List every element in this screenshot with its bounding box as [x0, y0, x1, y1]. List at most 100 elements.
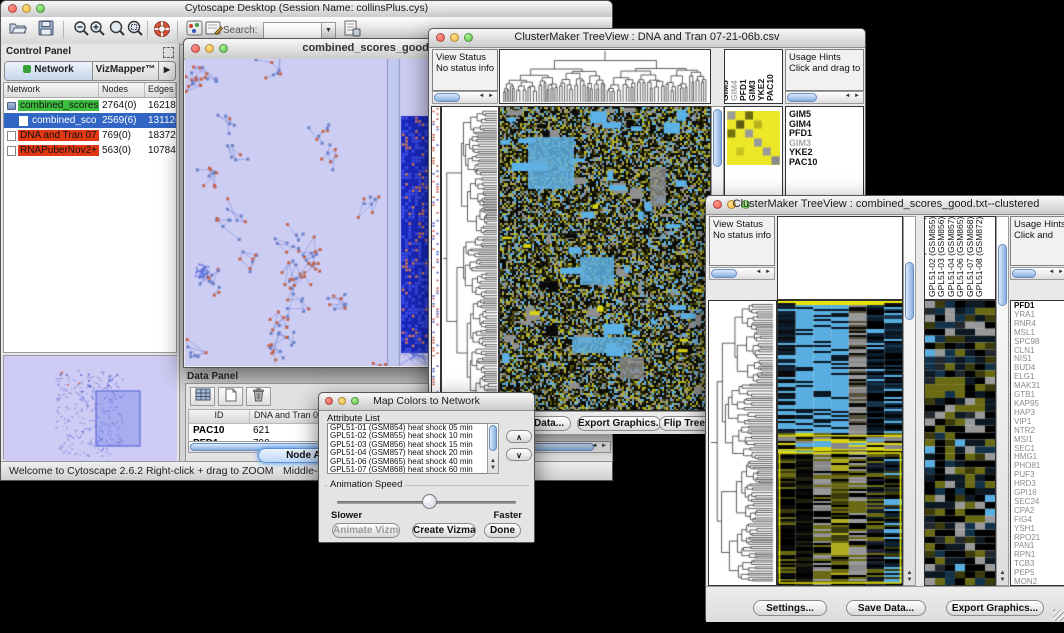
col-nodes[interactable]: Nodes — [99, 83, 145, 97]
scroll-arrows-icon[interactable]: ◄ ► — [755, 269, 772, 275]
col-network[interactable]: Network — [4, 83, 99, 97]
global-heatmap[interactable] — [499, 106, 711, 411]
network-item-icon — [7, 131, 16, 141]
column-dendrogram[interactable] — [777, 216, 903, 300]
scroll-arrows-icon[interactable]: ◄ ► — [478, 93, 495, 99]
main-titlebar[interactable]: Cytoscape Desktop (Session Name: collins… — [1, 1, 612, 18]
move-up-button[interactable]: ∧ — [506, 430, 532, 443]
scroll-thumb[interactable] — [713, 109, 722, 167]
control-panel-title: Control Panel — [1, 44, 179, 59]
col-id[interactable]: ID — [189, 410, 250, 423]
search-label: Search: — [223, 25, 257, 36]
zoom-heatmap-panel[interactable] — [924, 300, 996, 586]
view-status-scrollbar[interactable]: ◄ ► — [432, 91, 498, 104]
zoom-vscrollbar[interactable]: ▲▼ — [996, 216, 1009, 586]
row-dendrogram-canvas[interactable] — [442, 107, 498, 410]
network-table-row[interactable]: DNA and Tran 07 769(0) 183728(0) — [4, 128, 176, 143]
scroll-thumb[interactable] — [787, 93, 817, 102]
zoom-in-icon[interactable] — [87, 20, 109, 40]
col-edges[interactable]: Edges — [145, 83, 176, 97]
speed-slider-thumb[interactable] — [422, 494, 437, 509]
faster-label: Faster — [493, 510, 522, 521]
tab-vizmapper[interactable]: VizMapper™ — [93, 62, 159, 80]
scroll-arrows-icon[interactable]: ▲▼ — [488, 458, 498, 472]
attribute-list-item[interactable]: GPL51-07 (GSM868) heat shock 60 min — [330, 466, 498, 474]
gene-label[interactable]: MON2 — [1014, 578, 1064, 586]
trash-icon[interactable] — [246, 387, 271, 406]
animate-vizmap-button[interactable]: Animate Vizmap — [332, 523, 400, 538]
treeview1-titlebar[interactable]: ClusterMaker TreeView : DNA and Tran 07-… — [429, 29, 865, 48]
column-label[interactable]: PAC10 — [766, 74, 775, 101]
search-dropdown-icon[interactable]: ▼ — [321, 22, 336, 39]
zoom-selected-icon[interactable] — [125, 20, 147, 40]
float-panel-icon[interactable] — [163, 47, 174, 58]
scroll-thumb[interactable] — [489, 425, 497, 451]
attribute-list: GPL51-01 (GSM854) heat shock 05 minGPL51… — [327, 423, 499, 474]
export-graphics-button[interactable]: Export Graphics... — [577, 416, 661, 431]
save-data-button[interactable]: Save Data... — [846, 600, 926, 616]
tab-overflow-button[interactable]: ▶ — [159, 62, 175, 80]
scroll-thumb[interactable] — [998, 244, 1007, 306]
network-overview-panel[interactable] — [3, 355, 177, 459]
usage-hints-scrollbar[interactable]: ◄ ► — [785, 91, 864, 104]
tab-network[interactable]: Network — [5, 62, 93, 80]
scroll-thumb[interactable] — [1012, 269, 1036, 278]
search-input[interactable] — [263, 22, 327, 39]
settings-button[interactable]: Settings... — [753, 600, 827, 616]
new-doc-icon[interactable] — [218, 387, 243, 406]
data-panel-title: Data Panel — [187, 371, 238, 382]
help-icon[interactable] — [151, 20, 173, 40]
export-graphics-button[interactable]: Export Graphics... — [946, 600, 1044, 616]
network-table-row[interactable]: RNAPuberNov2+ 563(0) 107847(0) — [4, 143, 176, 158]
global-heatmap-canvas[interactable] — [778, 301, 902, 585]
usage-hints-panel: Usage Hints Click and drag to — [785, 49, 864, 91]
scroll-arrows-icon[interactable]: ▲▼ — [904, 570, 915, 584]
column-labels: GPL51-01 (GSM854)GPL51-02 (GSM855)GPL51-… — [924, 216, 996, 300]
treeview2-titlebar[interactable]: ClusterMaker TreeView : combined_scores_… — [706, 196, 1064, 215]
row-label[interactable]: PAC10 — [789, 158, 863, 168]
open-icon[interactable] — [7, 20, 29, 40]
global-vscrollbar[interactable]: ▲▼ — [903, 216, 916, 586]
attribute-list-scrollbar[interactable]: ▲▼ — [487, 423, 499, 474]
save-icon[interactable] — [35, 20, 57, 40]
column-label[interactable]: GPL51-03 (GSM856) — [937, 217, 946, 297]
zoom-heatmap-canvas[interactable] — [727, 111, 780, 165]
annotation-icon[interactable] — [203, 20, 225, 40]
selection-marker-strip — [431, 106, 441, 411]
create-vizmap-button[interactable]: Create Vizmap — [412, 523, 476, 538]
global-heatmap[interactable] — [777, 300, 903, 586]
scroll-thumb[interactable] — [905, 262, 914, 320]
network-table-row[interactable]: combined_sco 2569(6) 13112(15) — [4, 113, 176, 128]
scroll-arrows-icon[interactable]: ◄ ► — [1048, 269, 1064, 275]
row-dendrogram[interactable] — [708, 300, 777, 586]
global-heatmap-canvas[interactable] — [500, 107, 710, 410]
scroll-arrows-icon[interactable]: ▲▼ — [997, 570, 1008, 584]
column-label[interactable]: GPL51-06 (GSM865) — [956, 217, 965, 297]
column-dendrogram-canvas[interactable] — [500, 50, 710, 103]
move-down-button[interactable]: ∨ — [506, 448, 532, 461]
scroll-thumb[interactable] — [711, 269, 737, 278]
network-item-icon — [7, 102, 16, 110]
network-nodes-count: 563(0) — [99, 145, 145, 156]
vizmapper-icon[interactable] — [183, 20, 205, 40]
view-status-scrollbar[interactable]: ◄ ► — [709, 267, 775, 280]
row-dendrogram[interactable] — [441, 106, 499, 411]
column-dendrogram[interactable] — [499, 49, 711, 104]
attribute-icon[interactable] — [341, 20, 363, 40]
animation-speed-label: Animation Speed — [327, 479, 405, 490]
usage-hints-scrollbar[interactable]: ◄ ► — [1010, 267, 1064, 280]
row-dendrogram-canvas[interactable] — [709, 301, 776, 585]
scroll-thumb[interactable] — [434, 93, 460, 102]
network-edges-count: 107847(0) — [145, 145, 176, 156]
network-overview-canvas[interactable] — [4, 356, 177, 462]
network-table-body: combined_scores 2764(0) 16218(0) combine… — [4, 98, 176, 158]
network-table-row[interactable]: combined_scores 2764(0) 16218(0) — [4, 98, 176, 113]
scroll-arrows-icon[interactable]: ◄ ► — [844, 93, 861, 99]
table-icon[interactable] — [190, 387, 215, 406]
done-button[interactable]: Done — [484, 523, 521, 538]
scroll-arrows-icon[interactable]: ◄ ► — [591, 443, 608, 449]
column-label[interactable]: GPL51-08 (GSM872) — [975, 217, 984, 297]
zoom-heatmap-canvas[interactable] — [925, 301, 995, 585]
dialog-titlebar[interactable]: Map Colors to Network — [319, 393, 534, 411]
resize-grip-icon[interactable] — [1053, 609, 1064, 621]
